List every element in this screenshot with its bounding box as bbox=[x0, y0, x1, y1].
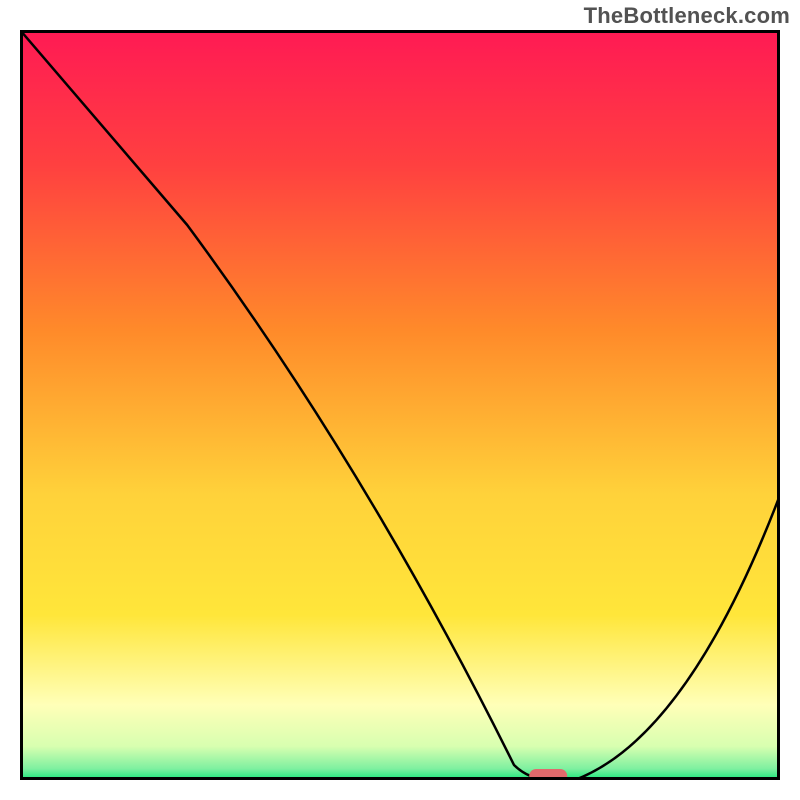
gradient-background bbox=[20, 30, 780, 780]
chart-svg bbox=[20, 30, 780, 780]
bottleneck-chart bbox=[20, 30, 780, 780]
chart-frame: TheBottleneck.com bbox=[0, 0, 800, 800]
attribution-text: TheBottleneck.com bbox=[584, 3, 790, 29]
